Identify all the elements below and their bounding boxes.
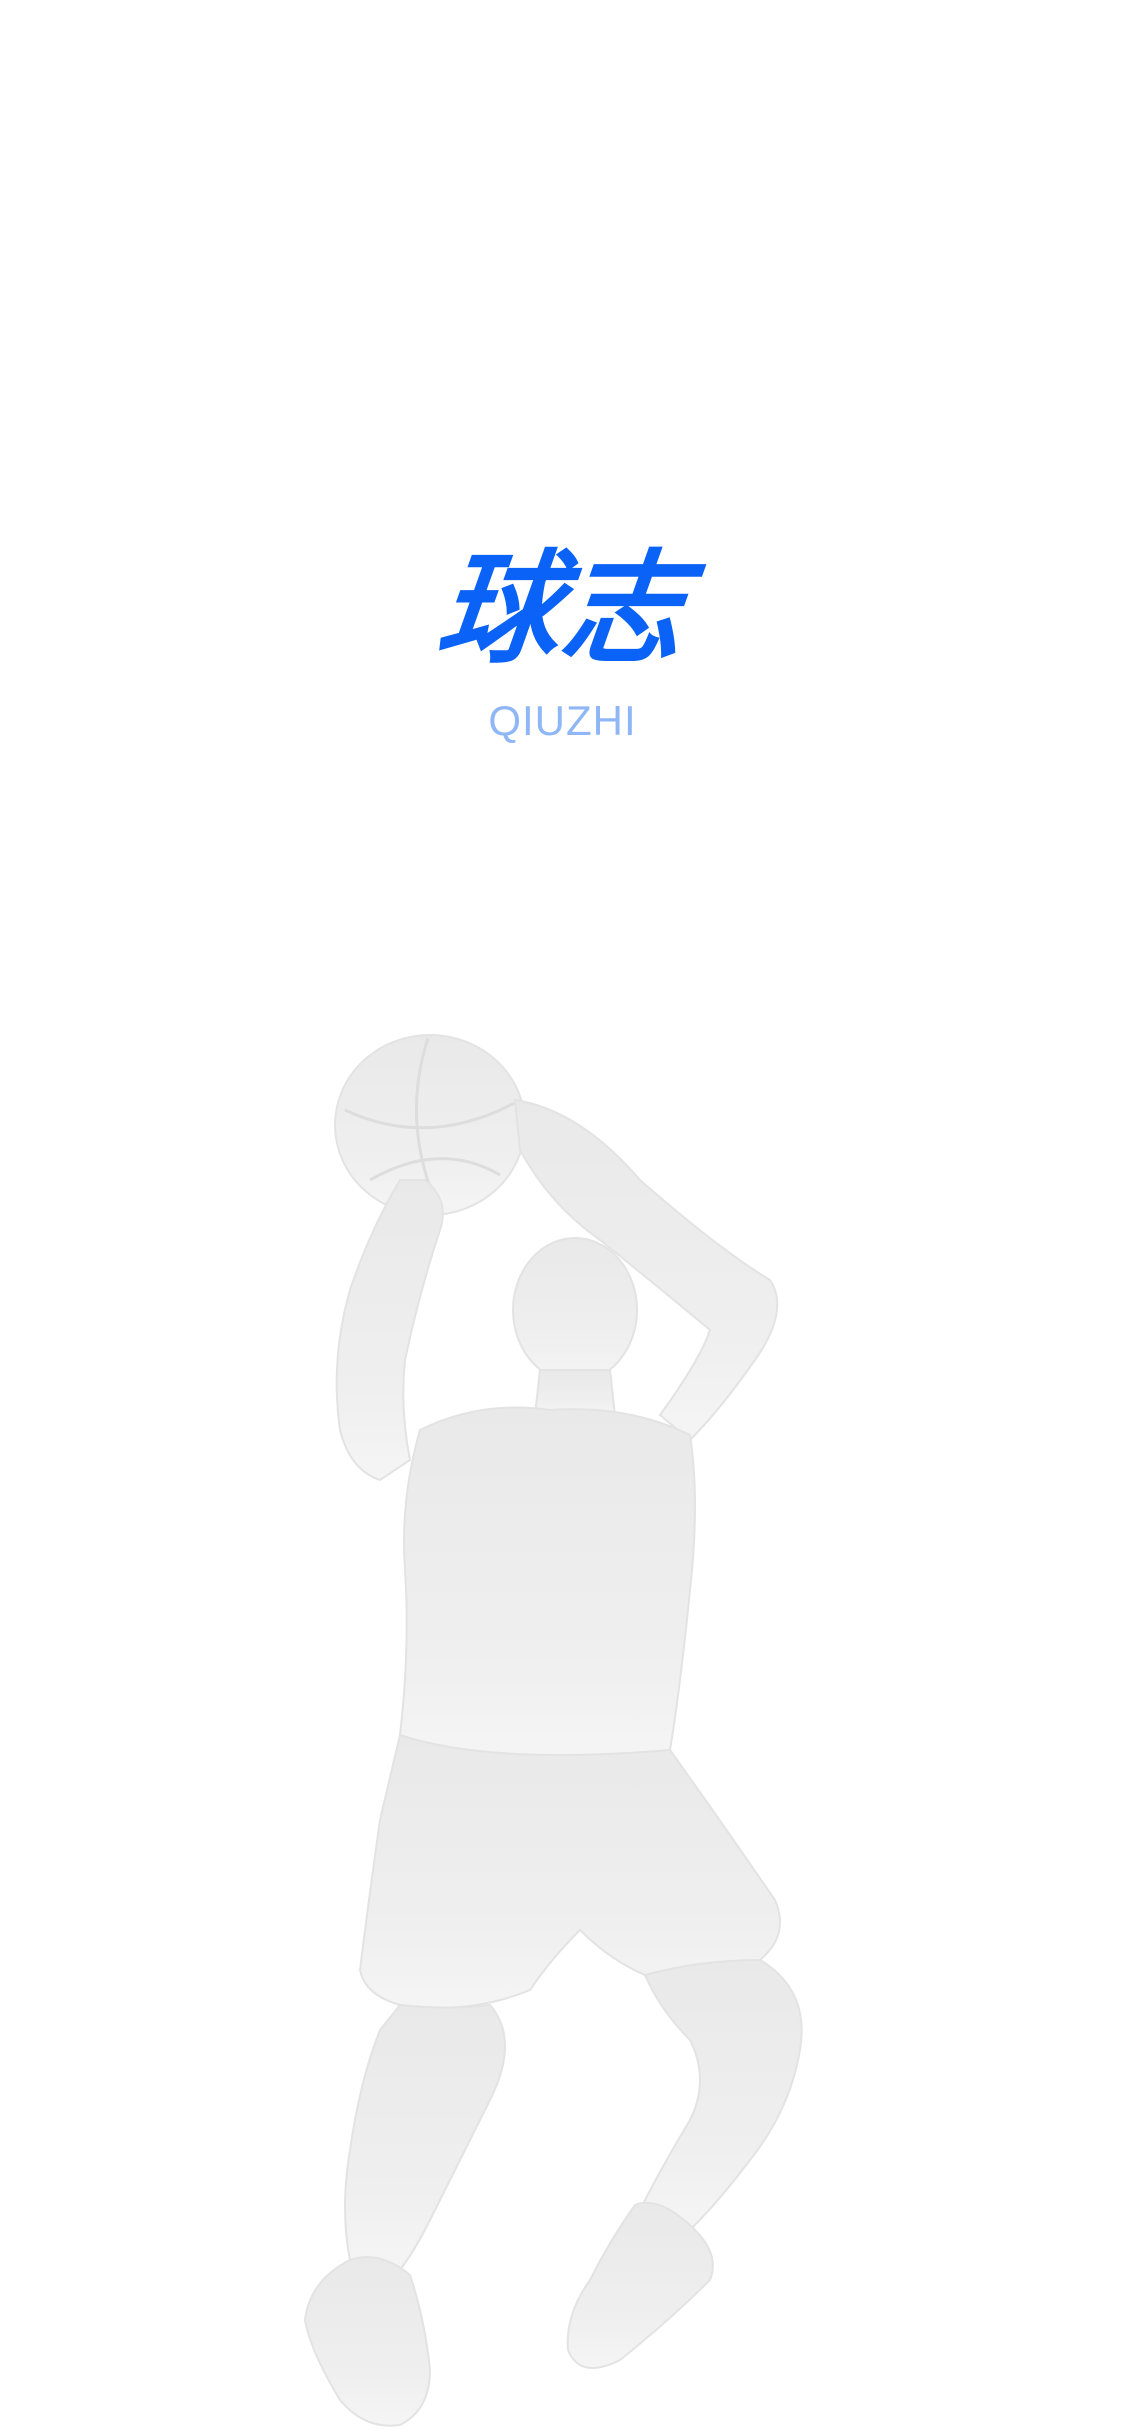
app-logo-title: 球志 — [431, 538, 694, 680]
splash-screen: 球志 QIUZHI — [0, 0, 1125, 2436]
app-logo-subtitle: QIUZHI — [488, 697, 637, 744]
basketball-player-icon — [303, 1034, 803, 2427]
